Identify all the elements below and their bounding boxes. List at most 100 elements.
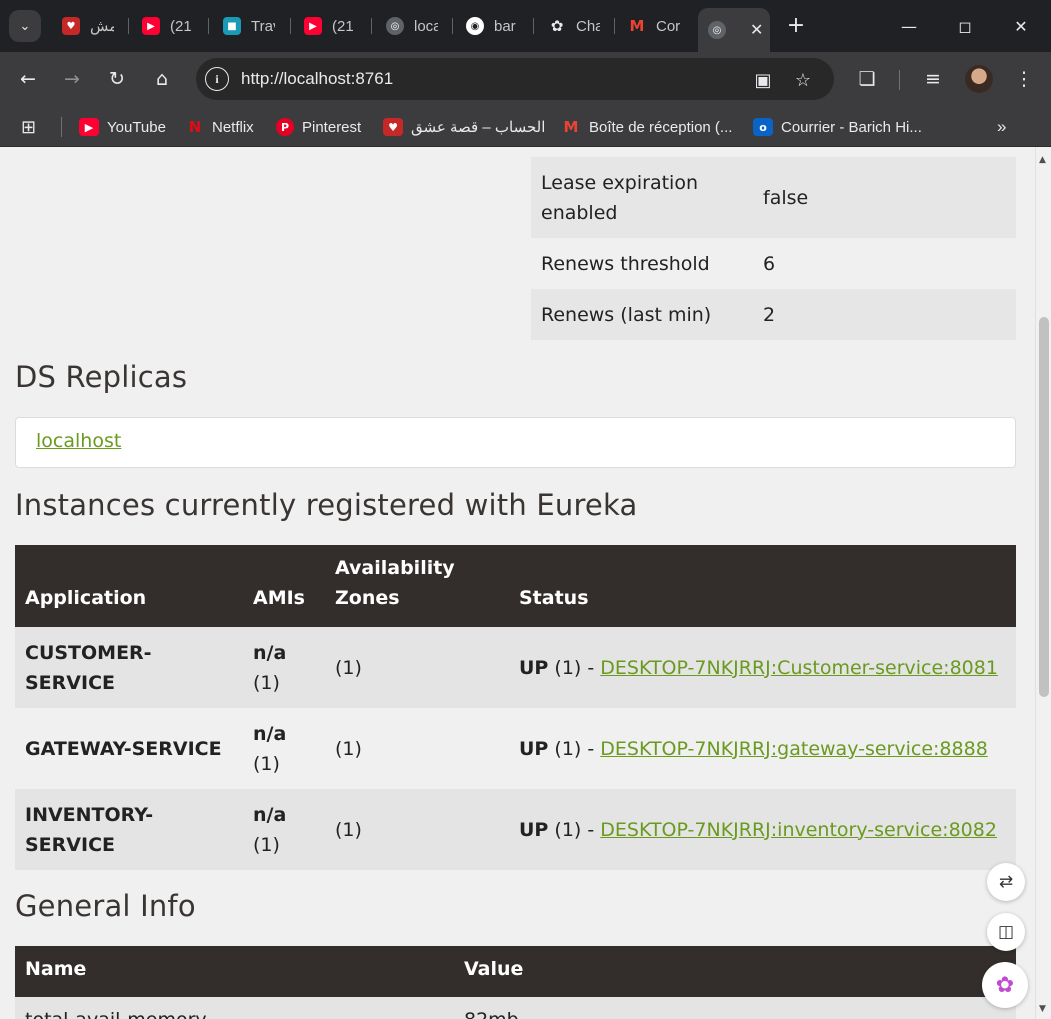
column-header: Value [464,958,524,980]
ami-cell: n/a (1) [243,708,325,789]
translate-icon: ⇄ [998,872,1014,892]
page-scrollbar[interactable]: ▲ ▼ [1035,147,1051,1019]
instance-link[interactable]: DESKTOP-7NKJRRJ:Customer-service:8081 [600,657,998,679]
ds-replicas-list: localhost [15,417,1016,468]
status-badge: UP [519,656,549,679]
site-info-icon[interactable]: i [205,67,229,91]
tab[interactable]: ◎ loca [376,8,458,44]
tab[interactable]: ♥ مش [52,8,134,44]
bookmark-outlook[interactable]: o Courrier - Barich Hi... [753,115,922,139]
youtube-icon: ▶ [79,118,99,136]
profile-avatar[interactable] [965,65,993,93]
status-badge: UP [519,818,549,841]
ami-count: (1) [253,671,280,694]
status-cell: UP (1) - DESKTOP-7NKJRRJ:inventory-servi… [509,789,1016,870]
heart-logo-icon: ♥ [62,17,80,35]
bookmark-gmail[interactable]: M Boîte de réception (... [561,115,733,139]
tab-active[interactable]: ◎ ✕ [698,8,770,52]
scroll-up-arrow-icon[interactable]: ▲ [1039,155,1046,165]
column-header: Availability Zones [325,545,509,627]
tab-title: Cha [576,17,600,35]
tab-title: (21 [170,17,192,35]
scroll-down-arrow-icon[interactable]: ▼ [1039,1004,1046,1014]
table-row: GATEWAY-SERVICE n/a (1) (1) UP (1) - DESK… [15,708,1016,789]
back-button[interactable]: ← [13,64,43,94]
bookmark-label: Netflix [212,118,254,136]
book-icon: ◫ [997,922,1015,942]
instance-link[interactable]: DESKTOP-7NKJRRJ:inventory-service:8082 [600,819,997,841]
translate-float-button[interactable]: ⇄ [987,863,1025,901]
scrollbar-thumb[interactable] [1039,317,1049,697]
star-icon[interactable]: ☆ [790,67,816,93]
ai-assistant-button[interactable]: ✿ [982,962,1028,1008]
tab-title: bar [494,17,516,35]
ami-cell: n/a (1) [243,627,325,708]
netflix-icon: N [188,118,202,136]
tab[interactable]: ✿ Cha [538,8,620,44]
close-icon: ✕ [1014,16,1028,36]
plus-icon: + [786,12,806,38]
apps-grid-icon: ⊞ [21,116,37,137]
reader-float-button[interactable]: ◫ [987,913,1025,951]
reload-icon: ↻ [109,68,125,90]
bookmark-pinterest[interactable]: P Pinterest [276,115,361,139]
forward-button[interactable]: → [57,64,87,94]
ami-value: n/a [253,803,287,826]
replica-link[interactable]: localhost [36,430,121,452]
bookmark-youtube[interactable]: ▶ YouTube [79,115,166,139]
bookmark-arabic[interactable]: ♥ الحساب – قصة عشق [383,115,545,139]
ami-count: (1) [253,833,280,856]
status-count: (1) - [554,656,601,679]
application-name: INVENTORY-SERVICE [15,789,243,870]
tab[interactable]: ◉ bar [456,8,538,44]
tab-search-button[interactable]: ⌄ [9,10,41,42]
bookmark-label: Pinterest [302,118,362,136]
ami-value: n/a [253,722,287,745]
url-text[interactable]: http://localhost:8761 [241,69,393,89]
media-control-button[interactable]: ≡ [918,64,948,94]
table-row: Renews threshold 6 [531,238,1016,289]
bookmark-netflix[interactable]: N Netflix [186,115,254,139]
extensions-button[interactable]: ❏ [852,64,882,94]
maximize-button[interactable]: ◻ [945,12,985,40]
reload-button[interactable]: ↻ [102,64,132,94]
bookmarks-bar: ⊞ ▶ YouTube N Netflix P Pinterest ♥ الحس… [0,107,1051,147]
playlist-icon: ≡ [925,68,941,90]
instances-table: Application AMIs Availability Zones Stat… [15,545,1016,870]
close-window-button[interactable]: ✕ [1001,12,1041,40]
tab-title: Trav [251,17,275,35]
lease-key: Renews threshold [531,238,753,289]
ami-value: n/a [253,641,287,664]
kebab-menu-icon: ⋮ [1014,68,1034,90]
address-bar[interactable]: i http://localhost:8761 ▣ ☆ [196,58,834,100]
table-row: Renews (last min) 2 [531,289,1016,340]
column-header: Status [509,545,1016,627]
tab[interactable]: M Cor [618,8,700,44]
zones-cell: (1) [325,789,509,870]
instance-link[interactable]: DESKTOP-7NKJRRJ:gateway-service:8888 [600,738,988,760]
lease-value: 2 [753,289,1016,340]
tab[interactable]: ■ Trav [213,8,295,44]
chatgpt-icon: ✿ [550,17,564,35]
tab[interactable]: ▶ (21 [132,8,214,44]
table-row: CUSTOMER-SERVICE n/a (1) (1) UP (1) - DES… [15,627,1016,708]
application-name: GATEWAY-SERVICE [15,708,243,789]
close-tab-icon[interactable]: ✕ [750,20,763,40]
arrow-left-icon: ← [20,68,36,90]
pinterest-icon: P [276,118,294,136]
info-value: 82mb [464,1009,519,1019]
menu-button[interactable]: ⋮ [1009,64,1039,94]
lease-value: 6 [753,238,1016,289]
tab[interactable]: ▶ (21 [294,8,376,44]
status-cell: UP (1) - DESKTOP-7NKJRRJ:gateway-service… [509,708,1016,789]
status-cell: UP (1) - DESKTOP-7NKJRRJ:Customer-servic… [509,627,1016,708]
minimize-button[interactable]: — [889,12,929,40]
apps-button[interactable]: ⊞ [21,115,36,139]
home-button[interactable]: ⌂ [147,64,177,94]
more-bookmarks-button[interactable]: » [997,115,1006,139]
general-info-header: Name Value [15,946,1016,997]
page-viewport: Lease expiration enabled false Renews th… [0,147,1035,1019]
table-row: total-avail-memory 82mb [15,997,1016,1019]
translate-icon[interactable]: ▣ [750,67,776,93]
new-tab-button[interactable]: + [783,12,809,38]
